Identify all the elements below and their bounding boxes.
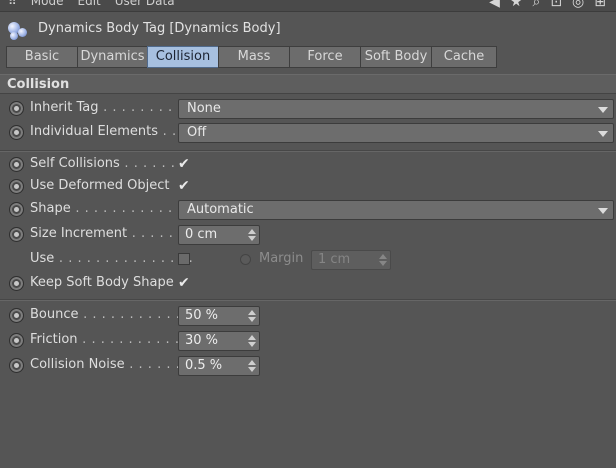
lock-icon[interactable]: ⊡ [550,0,562,10]
animate-radio[interactable] [9,333,24,348]
margin-animate-radio[interactable] [240,254,251,265]
attribute-header: Dynamics Body Tag [Dynamics Body] [0,14,616,44]
size-increment-row: Size Increment . . . . . . . 0 cm [0,224,616,246]
size-increment-value: 0 cm [185,227,218,242]
section-header: Collision [0,74,616,94]
animate-radio[interactable] [9,125,24,140]
collision-noise-field[interactable]: 0.5 % [178,356,260,376]
shape-value: Automatic [187,202,254,217]
inherit-tag-row: Inherit Tag . . . . . . . . . . None [0,98,616,120]
menu-user-data[interactable]: User Data [115,0,175,8]
animate-radio[interactable] [9,101,24,116]
grip-icon: ⠿ [8,0,17,8]
menu-bar: ⠿ Mode Edit User Data ◀ ★ ⌕ ⊡ ◎ ⊞ [0,0,616,12]
use-label: Use . . . . . . . . . . . . . . . [30,251,194,266]
use-deformed-object-checkbox[interactable]: ✔ [178,178,194,194]
divider [0,150,616,152]
self-collisions-row: Self Collisions . . . . . . . ✔ [0,154,616,176]
margin-label: Margin [259,251,304,266]
collision-noise-value: 0.5 % [185,358,223,373]
header-title: Dynamics Body Tag [Dynamics Body] [38,21,281,36]
use-checkbox[interactable] [178,253,190,265]
spin-arrows-icon[interactable] [248,309,256,323]
inherit-tag-value: None [187,101,221,116]
target-icon[interactable]: ◎ [572,0,584,10]
size-increment-field[interactable]: 0 cm [178,225,260,245]
arrow-left-icon[interactable]: ◀ [489,0,500,10]
tab-soft-body[interactable]: Soft Body [360,46,432,68]
keep-soft-body-shape-label: Keep Soft Body Shape [30,275,174,290]
menu-edit[interactable]: Edit [78,0,101,8]
inherit-tag-dropdown[interactable]: None [178,99,614,119]
animate-radio[interactable] [9,358,24,373]
margin-field[interactable]: 1 cm [311,250,391,270]
section-title: Collision [7,77,70,92]
chevron-down-icon [598,208,608,214]
divider [0,299,616,301]
bounce-field[interactable]: 50 % [178,306,260,326]
friction-field[interactable]: 30 % [178,331,260,351]
individual-elements-value: Off [187,125,207,140]
menu-mode[interactable]: Mode [31,0,64,8]
individual-elements-row: Individual Elements . . . Off [0,122,616,144]
use-margin-row: Use . . . . . . . . . . . . . . . Margin… [0,249,616,271]
shape-row: Shape . . . . . . . . . . . . . . Automa… [0,199,616,221]
animate-radio[interactable] [9,179,24,194]
inherit-tag-label: Inherit Tag . . . . . . . . . . [30,100,192,115]
search-icon[interactable]: ⌕ [532,0,540,10]
spin-arrows-icon[interactable] [248,359,256,373]
spin-arrows-icon[interactable] [379,253,387,267]
tab-dynamics[interactable]: Dynamics [77,46,148,68]
tab-force[interactable]: Force [289,46,361,68]
tab-cache[interactable]: Cache [431,46,497,68]
shape-label: Shape . . . . . . . . . . . . . . [30,201,201,216]
friction-label: Friction . . . . . . . . . . . . . [30,332,198,347]
friction-value: 30 % [185,333,219,348]
shape-dropdown[interactable]: Automatic [178,200,614,220]
chevron-down-icon [598,131,608,137]
use-deformed-object-row: Use Deformed Object ✔ [0,176,616,198]
self-collisions-label: Self Collisions . . . . . . . [30,156,185,171]
dynamics-body-tag-icon [8,20,32,40]
animate-radio[interactable] [9,227,24,242]
use-deformed-object-label: Use Deformed Object [30,178,170,193]
self-collisions-checkbox[interactable]: ✔ [178,156,194,172]
individual-elements-label: Individual Elements . . . [30,124,186,139]
animate-radio[interactable] [9,308,24,323]
tab-basic[interactable]: Basic [6,46,78,68]
chevron-down-icon [598,107,608,113]
new-window-icon[interactable]: ⊞ [594,0,606,10]
bounce-label: Bounce . . . . . . . . . . . . . [30,307,199,322]
collision-noise-row: Collision Noise . . . . . . 0.5 % [0,355,616,377]
keep-soft-body-shape-checkbox[interactable]: ✔ [178,275,194,291]
animate-radio[interactable] [9,202,24,217]
keep-soft-body-shape-row: Keep Soft Body Shape ✔ [0,273,616,295]
animate-radio[interactable] [9,157,24,172]
tab-collision[interactable]: Collision [147,46,219,68]
tab-mass[interactable]: Mass [218,46,290,68]
margin-value: 1 cm [318,252,351,267]
tab-bar: Basic Dynamics Collision Mass Force Soft… [6,46,497,68]
spin-arrows-icon[interactable] [248,334,256,348]
bounce-value: 50 % [185,308,219,323]
bounce-row: Bounce . . . . . . . . . . . . . 50 % [0,305,616,327]
star-icon[interactable]: ★ [510,0,523,10]
collision-noise-label: Collision Noise . . . . . . [30,357,181,372]
size-increment-label: Size Increment . . . . . . . [30,226,192,241]
friction-row: Friction . . . . . . . . . . . . . 30 % [0,330,616,352]
individual-elements-dropdown[interactable]: Off [178,123,614,143]
spin-arrows-icon[interactable] [248,228,256,242]
animate-radio[interactable] [9,276,24,291]
